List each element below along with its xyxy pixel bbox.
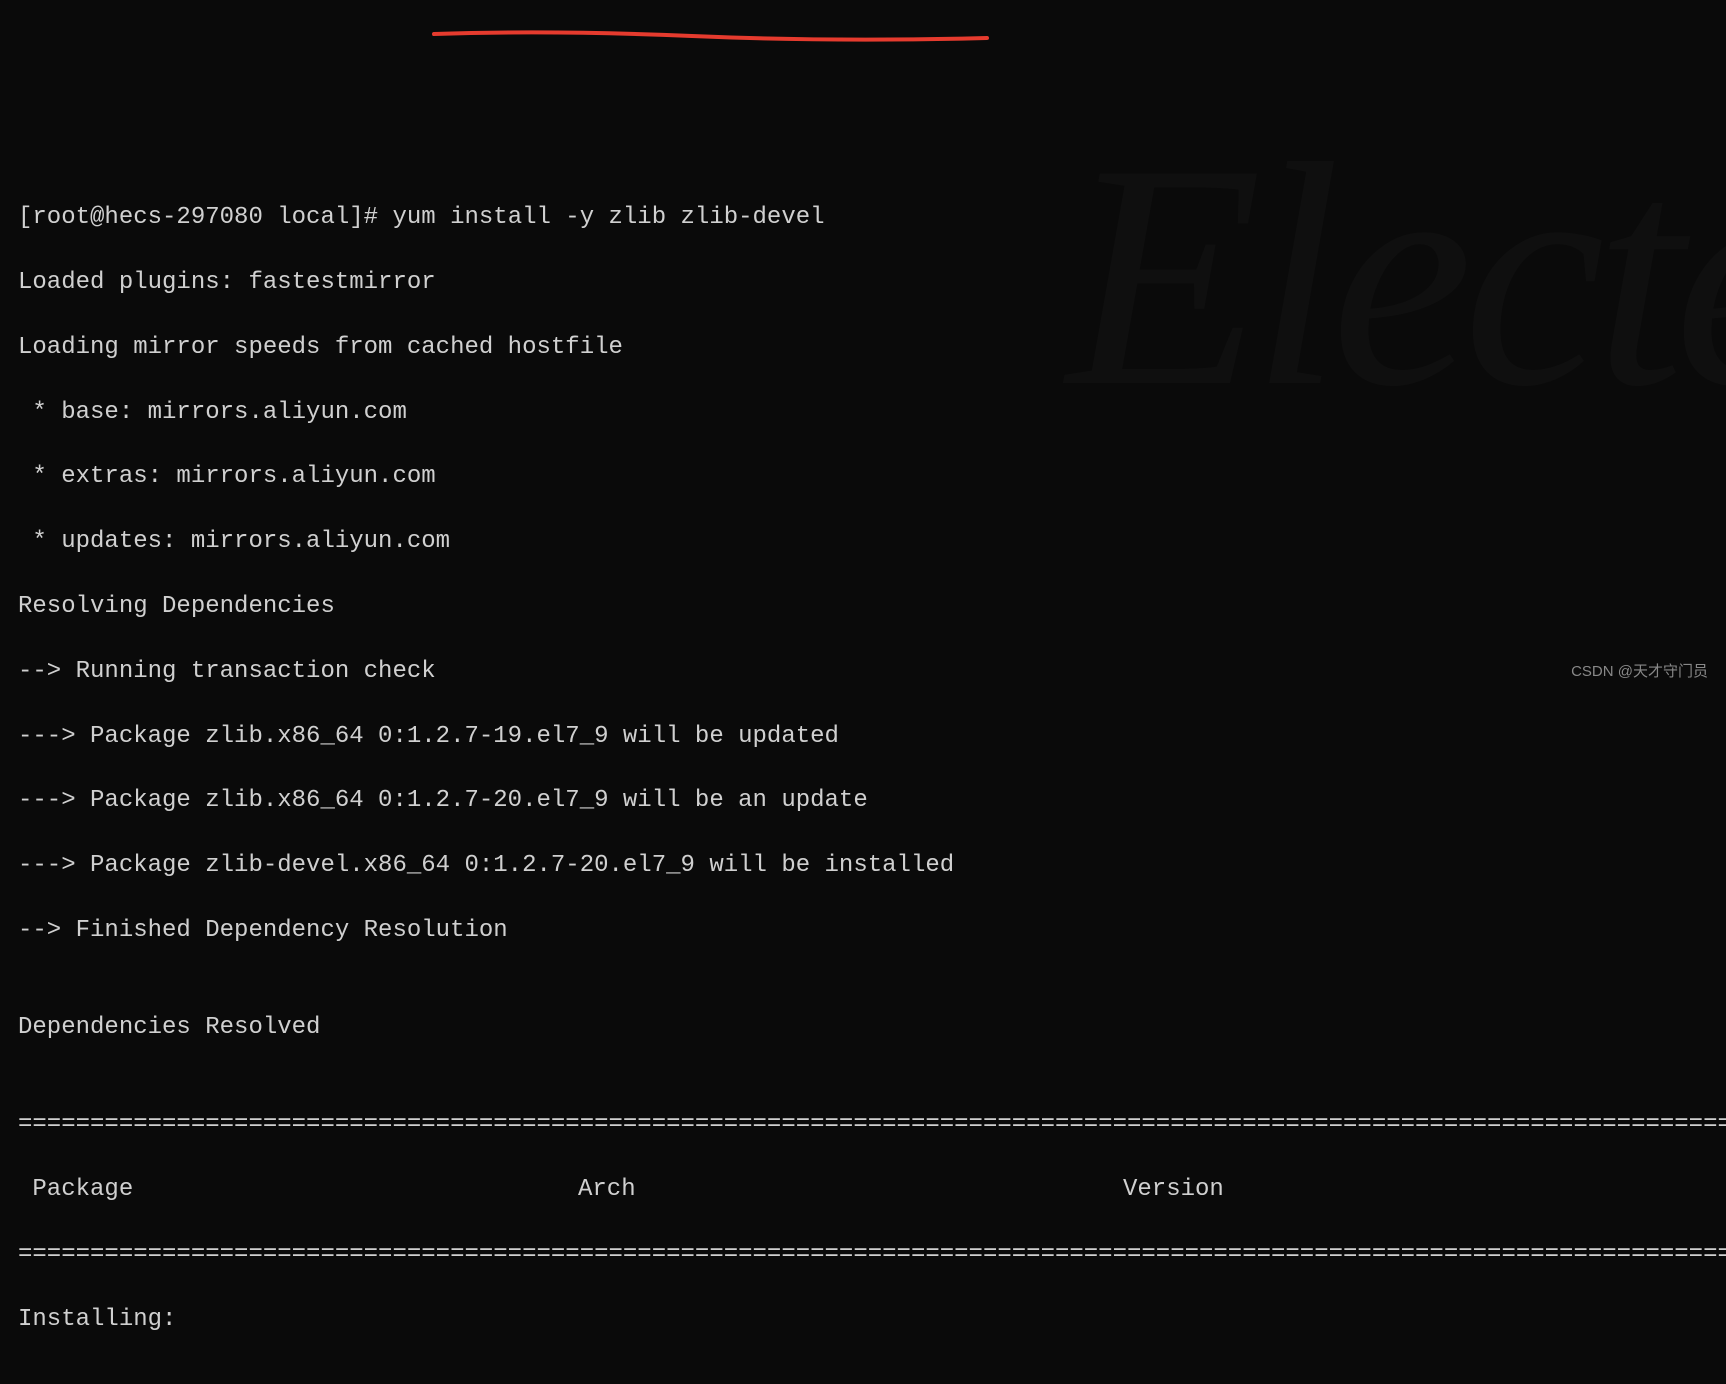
shell-prompt: [root@hecs-297080 local]# (18, 204, 392, 231)
table-divider-bottom: ========================================… (18, 1239, 1708, 1271)
output-line: Loaded plugins: fastestmirror (18, 267, 1708, 299)
table-header-version: Version (1123, 1174, 1224, 1206)
output-pkg-1: ---> Package zlib.x86_64 0:1.2.7-19.el7_… (18, 721, 1708, 753)
output-finished: --> Finished Dependency Resolution (18, 915, 1708, 947)
table-header-package: Package (18, 1174, 578, 1206)
shell-command: yum install -y zlib zlib-devel (392, 204, 824, 231)
output-mirror-updates: * updates: mirrors.aliyun.com (18, 526, 1708, 558)
annotation-underline (432, 28, 992, 48)
command-line[interactable]: [root@hecs-297080 local]# yum install -y… (18, 202, 1708, 234)
output-running-check: --> Running transaction check (18, 656, 1708, 688)
table-divider-top: ========================================… (18, 1109, 1708, 1141)
output-pkg-3: ---> Package zlib-devel.x86_64 0:1.2.7-2… (18, 850, 1708, 882)
output-pkg-2: ---> Package zlib.x86_64 0:1.2.7-20.el7_… (18, 785, 1708, 817)
output-resolving: Resolving Dependencies (18, 591, 1708, 623)
output-installing: Installing: (18, 1304, 1708, 1336)
output-mirror-extras: * extras: mirrors.aliyun.com (18, 461, 1708, 493)
output-mirror-base: * base: mirrors.aliyun.com (18, 397, 1708, 429)
watermark-text: CSDN @天才守门员 (1571, 662, 1708, 682)
table-header-arch: Arch (578, 1174, 1123, 1206)
output-line: Loading mirror speeds from cached hostfi… (18, 332, 1708, 364)
table-header-row: PackageArchVersion (18, 1174, 1708, 1206)
output-deps-resolved: Dependencies Resolved (18, 1012, 1708, 1044)
